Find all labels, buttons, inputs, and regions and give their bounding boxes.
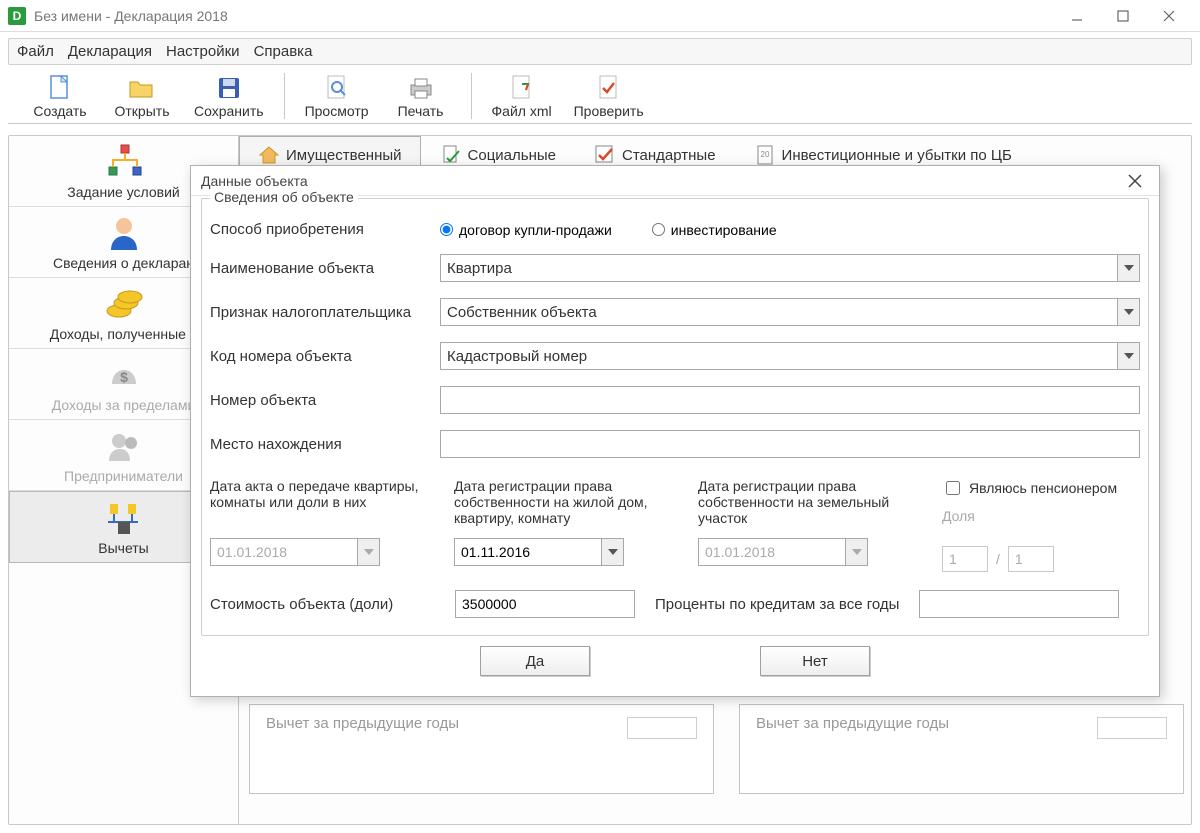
chevron-down-icon [1117,343,1139,369]
new-file-icon [45,73,75,103]
save-icon [214,73,244,103]
object-data-dialog: Данные объекта Сведения об объекте Спосо… [190,165,1160,697]
object-number-input[interactable] [440,386,1140,414]
yes-button[interactable]: Да [480,646,590,676]
cost-input[interactable]: 3500000 [455,590,635,618]
standard-icon [594,144,616,166]
object-number-label: Номер объекта [210,392,440,409]
share-denominator[interactable]: 1 [1008,546,1054,572]
share-numerator[interactable]: 1 [942,546,988,572]
no-button[interactable]: Нет [760,646,870,676]
menu-declaration[interactable]: Декларация [68,43,152,60]
location-input[interactable] [440,430,1140,458]
pensioner-checkbox-input[interactable] [946,481,960,495]
svg-text:$: $ [120,369,128,385]
svg-text:20: 20 [760,150,769,159]
chevron-down-icon [601,539,623,565]
previous-years-right: Вычет за предыдущие годы [739,704,1184,794]
interest-input[interactable] [919,590,1119,618]
toolbar: Создать Открыть Сохранить Просмотр Печат… [8,65,1192,124]
chevron-down-icon [1117,299,1139,325]
app-icon: D [8,7,26,25]
location-label: Место нахождения [210,436,440,453]
check-icon [594,73,624,103]
previous-years-left: Вычет за предыдущие годы [249,704,714,794]
share-label: Доля [942,508,1140,524]
radio-investment-input[interactable] [652,223,665,236]
object-name-combo[interactable]: Квартира [440,254,1140,282]
pensioner-checkbox[interactable]: Являюсь пенсионером [942,478,1140,498]
interest-label: Проценты по кредитам за все годы [655,596,899,613]
investment-icon: 20 [754,144,776,166]
reg-date-land-label: Дата регистрации права собственности на … [698,478,918,538]
xml-file-icon [507,73,537,103]
prev-years-input-left[interactable] [627,717,697,739]
house-icon [258,144,280,166]
titlebar: D Без имени - Декларация 2018 [0,0,1200,32]
toolbar-create[interactable]: Создать [30,73,90,119]
radio-investment[interactable]: инвестирование [652,222,777,238]
prev-years-input-right[interactable] [1097,717,1167,739]
reg-date-house-label: Дата регистрации права собственности на … [454,478,674,538]
toolbar-open[interactable]: Открыть [112,73,172,119]
reg-date-land-input[interactable]: 01.01.2018 [698,538,868,566]
menu-file[interactable]: Файл [17,43,54,60]
close-button[interactable] [1146,0,1192,32]
dialog-title: Данные объекта [201,173,308,189]
chevron-down-icon [357,539,379,565]
chevron-down-icon [1117,255,1139,281]
radio-purchase-contract[interactable]: договор купли-продажи [440,222,612,238]
menubar: Файл Декларация Настройки Справка [8,38,1192,65]
act-date-input[interactable]: 01.01.2018 [210,538,380,566]
dialog-close-button[interactable] [1121,167,1149,195]
taxpayer-sign-label: Признак налогоплательщика [210,304,440,321]
toolbar-xml[interactable]: Файл xml [492,73,552,119]
object-name-label: Наименование объекта [210,260,440,277]
window-title: Без имени - Декларация 2018 [34,8,228,24]
reg-date-house-input[interactable]: 01.11.2016 [454,538,624,566]
group-legend: Сведения об объекте [210,189,358,205]
menu-settings[interactable]: Настройки [166,43,240,60]
radio-purchase-input[interactable] [440,223,453,236]
minimize-button[interactable] [1054,0,1100,32]
object-code-combo[interactable]: Кадастровый номер [440,342,1140,370]
toolbar-check[interactable]: Проверить [574,73,644,119]
taxpayer-sign-combo[interactable]: Собственник объекта [440,298,1140,326]
toolbar-save[interactable]: Сохранить [194,73,264,119]
maximize-button[interactable] [1100,0,1146,32]
preview-icon [322,73,352,103]
object-code-label: Код номера объекта [210,348,440,365]
chevron-down-icon [845,539,867,565]
social-icon [440,144,462,166]
printer-icon [406,73,436,103]
toolbar-print[interactable]: Печать [391,73,451,119]
toolbar-preview[interactable]: Просмотр [305,73,369,119]
open-folder-icon [127,73,157,103]
menu-help[interactable]: Справка [254,43,313,60]
acquisition-method-label: Способ приобретения [210,221,440,238]
cost-label: Стоимость объекта (доли) [210,596,435,613]
act-date-label: Дата акта о передаче квартиры, комнаты и… [210,478,430,538]
object-info-group: Сведения об объекте Способ приобретения … [201,198,1149,636]
